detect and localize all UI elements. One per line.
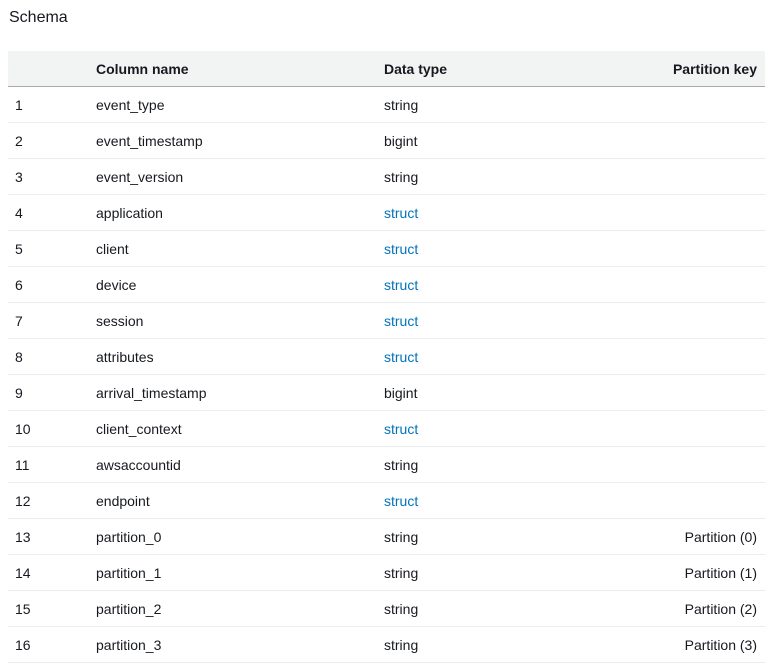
struct-type-link[interactable]: struct <box>384 313 418 329</box>
column-name-cell: client <box>96 240 129 257</box>
struct-type-link[interactable]: struct <box>384 421 418 437</box>
column-name-cell: device <box>96 276 137 293</box>
table-row: 11 awsaccountid string <box>8 447 765 483</box>
row-number: 1 <box>15 96 23 113</box>
table-row: 14 partition_1 string Partition (1) <box>8 555 765 591</box>
row-number: 4 <box>15 204 23 221</box>
row-number: 13 <box>15 528 31 545</box>
data-type-cell: struct <box>384 493 624 509</box>
header-column-name: Column name <box>96 60 189 77</box>
table-row: 3 event_version string <box>8 159 765 195</box>
row-number: 11 <box>15 456 30 473</box>
data-type-cell: string <box>384 564 419 581</box>
row-number: 6 <box>15 276 23 293</box>
table-row: 2 event_timestamp bigint <box>8 123 765 159</box>
schema-table: Column name Data type Partition key 1 eve… <box>8 51 765 663</box>
column-name-cell: awsaccountid <box>96 456 181 473</box>
column-name-cell: partition_1 <box>96 564 162 581</box>
table-header: Column name Data type Partition key <box>8 51 765 87</box>
row-number: 2 <box>15 132 23 149</box>
data-type-cell: struct <box>384 313 624 329</box>
table-row: 13 partition_0 string Partition (0) <box>8 519 765 555</box>
data-type-cell: string <box>384 168 419 185</box>
table-row: 9 arrival_timestamp bigint <box>8 375 765 411</box>
column-name-cell: application <box>96 204 163 221</box>
data-type-cell: struct <box>384 205 624 221</box>
row-number: 3 <box>15 168 23 185</box>
row-number: 10 <box>15 420 31 437</box>
row-number: 5 <box>15 240 23 257</box>
table-row: 15 partition_2 string Partition (2) <box>8 591 765 627</box>
table-row: 10 client_context struct <box>8 411 765 447</box>
data-type-cell: string <box>384 600 419 617</box>
row-number: 14 <box>15 564 31 581</box>
column-name-cell: event_version <box>96 168 184 185</box>
table-row: 16 partition_3 string Partition (3) <box>8 627 765 663</box>
header-partition-key: Partition key <box>672 60 757 77</box>
data-type-cell: bigint <box>384 384 418 401</box>
table-row: 12 endpoint struct <box>8 483 765 519</box>
table-row: 6 device struct <box>8 267 765 303</box>
table-row: 4 application struct <box>8 195 765 231</box>
data-type-cell: string <box>384 96 419 113</box>
partition-key-cell: Partition (0) <box>684 528 757 545</box>
row-number: 7 <box>15 312 23 329</box>
column-name-cell: event_type <box>96 96 165 113</box>
data-type-cell: struct <box>384 349 624 365</box>
schema-title: Schema <box>9 9 68 26</box>
partition-key-cell: Partition (2) <box>684 600 757 617</box>
struct-type-link[interactable]: struct <box>384 277 418 293</box>
data-type-cell: string <box>384 528 419 545</box>
column-name-cell: arrival_timestamp <box>96 384 207 401</box>
struct-type-link[interactable]: struct <box>384 349 418 365</box>
column-name-cell: session <box>96 312 144 329</box>
column-name-cell: client_context <box>96 420 182 437</box>
table-row: 5 client struct <box>8 231 765 267</box>
struct-type-link[interactable]: struct <box>384 205 418 221</box>
row-number: 16 <box>15 636 31 653</box>
data-type-cell: bigint <box>384 132 418 149</box>
table-body: 1 event_type string 2 event_timestamp bigint 3… <box>8 87 765 663</box>
struct-type-link[interactable]: struct <box>384 493 418 509</box>
data-type-cell: string <box>384 456 419 473</box>
column-name-cell: event_timestamp <box>96 132 203 149</box>
column-name-cell: partition_2 <box>96 600 162 617</box>
header-data-type: Data type <box>384 60 448 77</box>
table-row: 8 attributes struct <box>8 339 765 375</box>
column-name-cell: partition_3 <box>96 636 162 653</box>
data-type-cell: struct <box>384 241 624 257</box>
struct-type-link[interactable]: struct <box>384 241 418 257</box>
row-number: 9 <box>15 384 23 401</box>
partition-key-cell: Partition (1) <box>684 564 757 581</box>
table-row: 1 event_type string <box>8 87 765 123</box>
data-type-cell: string <box>384 636 419 653</box>
column-name-cell: partition_0 <box>96 528 162 545</box>
column-name-cell: attributes <box>96 348 154 365</box>
row-number: 8 <box>15 348 23 365</box>
table-row: 7 session struct <box>8 303 765 339</box>
data-type-cell: struct <box>384 277 624 293</box>
partition-key-cell: Partition (3) <box>684 636 757 653</box>
data-type-cell: struct <box>384 421 624 437</box>
row-number: 12 <box>15 492 31 509</box>
row-number: 15 <box>15 600 31 617</box>
column-name-cell: endpoint <box>96 492 150 509</box>
